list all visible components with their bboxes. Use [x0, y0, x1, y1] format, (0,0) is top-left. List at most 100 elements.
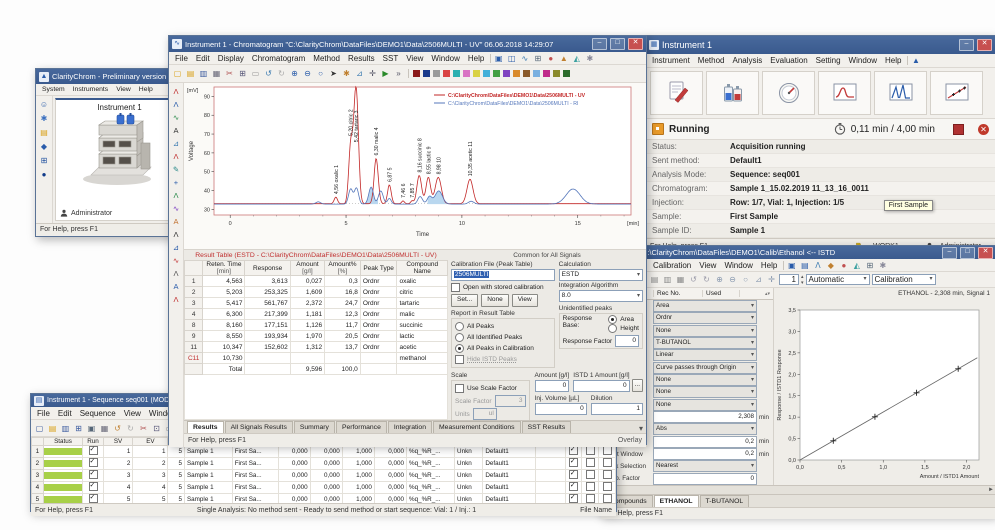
istd-amount-cell[interactable]: 0,000: [310, 458, 342, 470]
sidebar-icon[interactable]: ☺: [39, 99, 50, 110]
signal-color-swatch[interactable]: [533, 70, 540, 77]
report-cell[interactable]: [565, 494, 582, 504]
method-cell[interactable]: Default1: [483, 482, 536, 494]
option-cell[interactable]: [582, 482, 599, 494]
compound-name[interactable]: lactic: [397, 331, 448, 342]
menu-item[interactable]: Help: [881, 55, 905, 66]
view-button[interactable]: View: [512, 294, 538, 307]
property-control[interactable]: Nearest ▾: [653, 460, 757, 472]
signal-color-swatch[interactable]: [443, 70, 450, 77]
run-checkbox[interactable]: [89, 470, 98, 479]
amount-percent[interactable]: 13,7: [325, 342, 361, 353]
signal-color-swatch[interactable]: [453, 70, 460, 77]
tab-integration[interactable]: Integration: [388, 421, 432, 433]
response[interactable]: 253,325: [245, 287, 290, 298]
property-control[interactable]: Ordnr ▾: [653, 312, 757, 324]
sample-id-cell[interactable]: Sample 1: [184, 482, 232, 494]
tab-all-signals-results[interactable]: All Signals Results: [225, 421, 293, 433]
method-cell[interactable]: Default1: [483, 494, 536, 504]
sv-cell[interactable]: 4: [103, 482, 133, 494]
sv-cell[interactable]: 2: [103, 458, 133, 470]
menu-item[interactable]: Window: [845, 55, 881, 66]
retention-time[interactable]: 10,347: [203, 342, 245, 353]
chromatogram-chart[interactable]: 30405060708090051015[mV]VoltageTime[min]…: [184, 83, 645, 249]
dilution-cell[interactable]: 1,000: [342, 446, 374, 458]
toolbar-icon[interactable]: ◫: [506, 53, 517, 64]
close-button[interactable]: ✕: [978, 247, 993, 259]
iv-cell[interactable]: 5: [168, 446, 185, 458]
column-header[interactable]: [32, 438, 44, 446]
menu-item[interactable]: View: [402, 53, 427, 64]
unchecked-checkbox[interactable]: [586, 482, 595, 491]
amount-cell[interactable]: 0,000: [278, 482, 310, 494]
tab-overflow-icon[interactable]: ▾: [639, 424, 643, 433]
menu-item[interactable]: Help: [135, 85, 157, 94]
toolbar-icon[interactable]: ⊖: [302, 68, 313, 79]
compound-name[interactable]: tartaric: [397, 298, 448, 309]
amount[interactable]: 1,970: [290, 331, 324, 342]
column-header[interactable]: Amount[g/l]: [290, 261, 324, 276]
scroll-right-icon[interactable]: ►: [988, 487, 994, 493]
data-acquisition-button[interactable]: [818, 71, 871, 115]
option-cell[interactable]: [599, 458, 616, 470]
clarity-icon[interactable]: ▲: [910, 55, 921, 66]
toolbar-icon[interactable]: ↺: [112, 423, 123, 434]
peak-tool-icon[interactable]: ∿: [170, 254, 182, 266]
istd-more-button[interactable]: ...: [632, 379, 643, 392]
option-cell[interactable]: [582, 458, 599, 470]
sample-cell[interactable]: First Sa...: [232, 482, 278, 494]
report-cell[interactable]: [565, 470, 582, 482]
amount[interactable]: [290, 353, 324, 364]
unchecked-checkbox[interactable]: [603, 458, 612, 467]
filename-format-cell[interactable]: %q_%R_...: [406, 494, 454, 504]
response[interactable]: 152,602: [245, 342, 290, 353]
unchecked-checkbox[interactable]: [586, 446, 595, 455]
tab-results[interactable]: Results: [187, 421, 224, 433]
peak-tool-icon[interactable]: Λ: [170, 85, 182, 97]
retention-time[interactable]: 6,300: [203, 309, 245, 320]
toolbar-icon[interactable]: ○: [740, 274, 751, 285]
report-cell[interactable]: [565, 482, 582, 494]
signal-color-swatch[interactable]: [433, 70, 440, 77]
solvents-button[interactable]: [706, 71, 759, 115]
run-checkbox[interactable]: [89, 446, 98, 455]
signal-color-swatch[interactable]: [473, 70, 480, 77]
ev-cell[interactable]: 1: [133, 446, 168, 458]
response[interactable]: 193,934: [245, 331, 290, 342]
dilution-cell[interactable]: 1,000: [342, 482, 374, 494]
menu-item[interactable]: Edit: [192, 53, 214, 64]
unchecked-checkbox[interactable]: [603, 446, 612, 455]
ev-cell[interactable]: 4: [133, 482, 168, 494]
sidebar-icon[interactable]: ⊞: [39, 155, 50, 166]
amount-percent[interactable]: 100,0: [325, 364, 361, 375]
run-checkbox[interactable]: [89, 458, 98, 467]
close-button[interactable]: ✕: [977, 39, 992, 51]
menu-item[interactable]: Instrument: [648, 55, 694, 66]
toolbar-icon[interactable]: ✛: [367, 68, 378, 79]
unchecked-checkbox[interactable]: [586, 494, 595, 503]
menu-item[interactable]: File: [33, 408, 54, 419]
response[interactable]: [245, 364, 290, 375]
sample-id-cell[interactable]: Sample 1: [184, 494, 232, 504]
chromatogram-button[interactable]: [874, 71, 927, 115]
property-control[interactable]: None ▾: [653, 386, 757, 398]
toolbar-icon[interactable]: ●: [545, 53, 556, 64]
dilution-cell[interactable]: 1,000: [342, 494, 374, 504]
toolbar-icon[interactable]: ✱: [877, 260, 888, 271]
peak-tool-icon[interactable]: +: [170, 176, 182, 188]
retention-time[interactable]: 4,563: [203, 276, 245, 287]
checked-checkbox[interactable]: [569, 458, 578, 467]
result-row[interactable]: 8 8,160 177,151 1,126 11,7 Ordnr succini…: [185, 320, 448, 331]
column-header[interactable]: Peak Type: [360, 261, 397, 276]
tab-measurement-conditions[interactable]: Measurement Conditions: [433, 421, 521, 433]
signal-color-swatch[interactable]: [413, 70, 420, 77]
compound-name[interactable]: malic: [397, 309, 448, 320]
result-row[interactable]: 4 6,300 217,399 1,181 12,3 Ordnr malic: [185, 309, 448, 320]
peak-tool-icon[interactable]: Λ: [170, 228, 182, 240]
property-control[interactable]: Linear ▾: [653, 349, 757, 361]
run-cell[interactable]: [83, 494, 104, 504]
checked-checkbox[interactable]: [569, 494, 578, 503]
property-control[interactable]: Curve passes through Origin ▾: [653, 362, 757, 374]
maximize-button[interactable]: □: [610, 38, 625, 50]
property-control[interactable]: 0: [653, 473, 757, 485]
